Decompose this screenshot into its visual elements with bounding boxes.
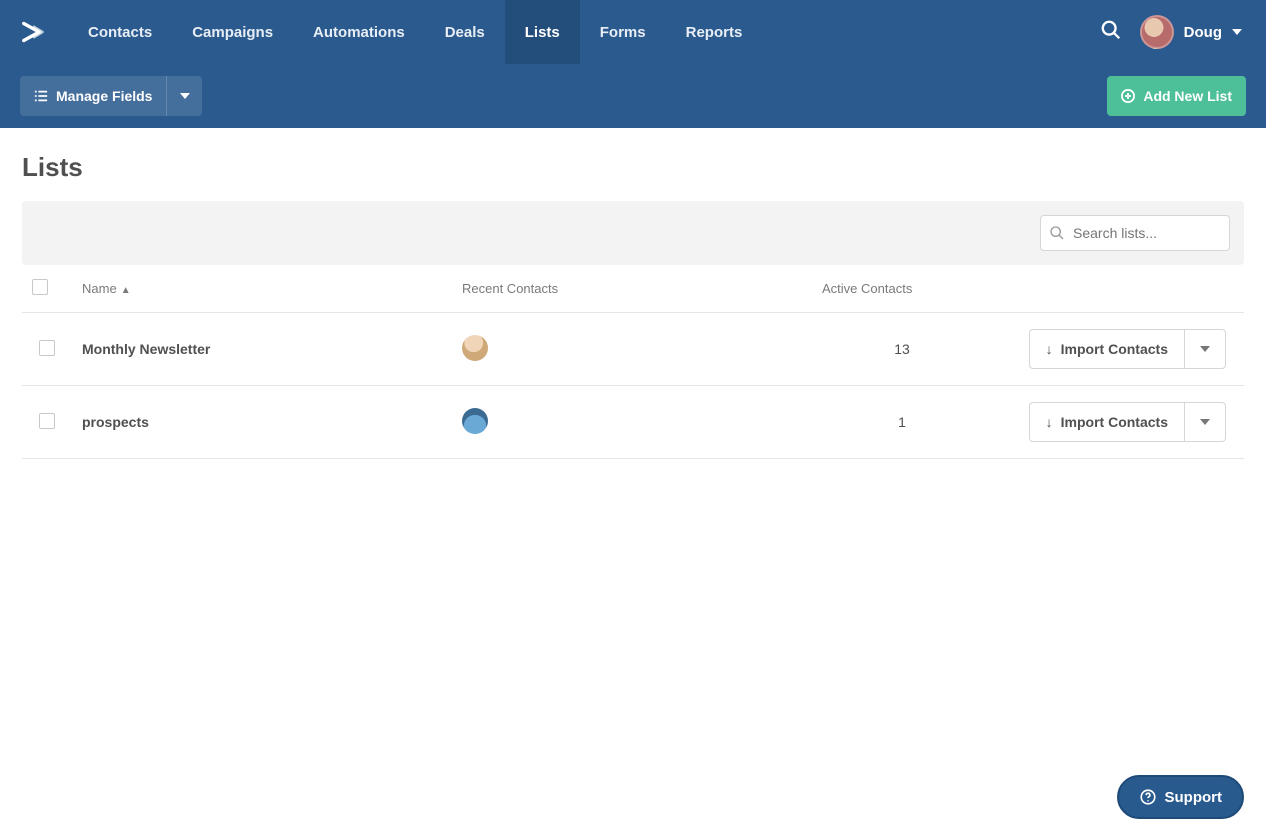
nav-campaigns[interactable]: Campaigns xyxy=(172,0,293,64)
search-lists-input[interactable] xyxy=(1040,215,1230,251)
header-active[interactable]: Active Contacts xyxy=(812,265,992,313)
nav-forms[interactable]: Forms xyxy=(580,0,666,64)
header-name[interactable]: Name▲ xyxy=(72,265,452,313)
support-button[interactable]: Support xyxy=(1117,775,1245,819)
user-avatar xyxy=(1140,15,1174,49)
active-contacts-value: 1 xyxy=(812,386,992,459)
help-icon xyxy=(1139,788,1157,806)
manage-fields-caret-button[interactable] xyxy=(166,76,202,116)
app-logo[interactable] xyxy=(0,0,68,64)
active-contacts-value: 13 xyxy=(812,313,992,386)
search-icon[interactable] xyxy=(1100,19,1122,46)
contact-avatar[interactable] xyxy=(462,408,488,434)
manage-fields-button[interactable]: Manage Fields xyxy=(20,76,166,116)
chevron-down-icon xyxy=(180,93,190,99)
row-action-group: ↓ Import Contacts xyxy=(1029,329,1226,369)
row-action-caret-button[interactable] xyxy=(1184,329,1226,369)
header-recent[interactable]: Recent Contacts xyxy=(452,265,812,313)
manage-fields-label: Manage Fields xyxy=(56,88,152,104)
table-row: prospects 1 ↓ Import Contacts xyxy=(22,386,1244,459)
chevron-down-icon xyxy=(1200,346,1210,352)
row-checkbox[interactable] xyxy=(39,340,55,356)
list-name-link[interactable]: prospects xyxy=(82,414,149,430)
nav-automations[interactable]: Automations xyxy=(293,0,425,64)
nav-contacts[interactable]: Contacts xyxy=(68,0,172,64)
nav-deals[interactable]: Deals xyxy=(425,0,505,64)
page-title: Lists xyxy=(22,152,1244,183)
header-checkbox-cell xyxy=(22,265,72,313)
nav-reports[interactable]: Reports xyxy=(666,0,763,64)
row-action-caret-button[interactable] xyxy=(1184,402,1226,442)
support-label: Support xyxy=(1165,789,1223,806)
select-all-checkbox[interactable] xyxy=(32,279,48,295)
contact-avatar[interactable] xyxy=(462,335,488,361)
download-icon: ↓ xyxy=(1046,341,1053,357)
search-bar-area xyxy=(22,201,1244,265)
header-actions xyxy=(992,265,1244,313)
lists-table: Name▲ Recent Contacts Active Contacts Mo… xyxy=(22,265,1244,459)
chevron-down-icon xyxy=(1200,419,1210,425)
search-wrapper xyxy=(1040,215,1230,251)
user-menu[interactable]: Doug xyxy=(1140,15,1242,49)
plus-circle-icon xyxy=(1121,89,1135,103)
sub-toolbar: Manage Fields Add New List xyxy=(0,64,1266,128)
import-contacts-button[interactable]: ↓ Import Contacts xyxy=(1029,329,1184,369)
list-name-link[interactable]: Monthly Newsletter xyxy=(82,341,210,357)
page-content: Lists Name▲ Recent Contacts Active Conta… xyxy=(0,128,1266,483)
import-contacts-button[interactable]: ↓ Import Contacts xyxy=(1029,402,1184,442)
add-new-list-button[interactable]: Add New List xyxy=(1107,76,1246,116)
top-nav: Contacts Campaigns Automations Deals Lis… xyxy=(0,0,1266,64)
nav-lists[interactable]: Lists xyxy=(505,0,580,64)
sort-asc-icon: ▲ xyxy=(121,285,131,296)
list-icon xyxy=(34,89,48,103)
row-checkbox[interactable] xyxy=(39,413,55,429)
row-action-group: ↓ Import Contacts xyxy=(1029,402,1226,442)
nav-right: Doug xyxy=(1100,0,1266,64)
search-icon xyxy=(1049,225,1065,241)
download-icon: ↓ xyxy=(1046,414,1053,430)
chevron-down-icon xyxy=(1232,29,1242,35)
manage-fields-group: Manage Fields xyxy=(20,76,202,116)
user-name: Doug xyxy=(1184,24,1222,41)
table-row: Monthly Newsletter 13 ↓ Import Contacts xyxy=(22,313,1244,386)
add-new-list-label: Add New List xyxy=(1143,88,1232,104)
nav-items: Contacts Campaigns Automations Deals Lis… xyxy=(68,0,762,64)
